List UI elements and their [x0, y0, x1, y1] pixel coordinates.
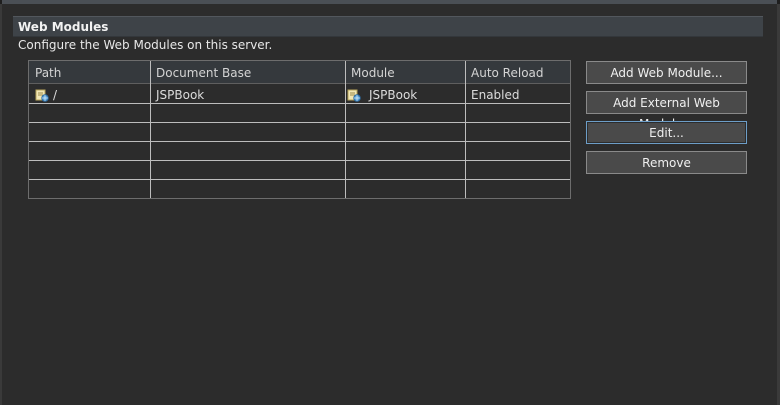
frame-left-border — [0, 4, 2, 405]
module-value: JSPBook — [369, 88, 418, 102]
web-module-icon — [347, 88, 361, 102]
column-divider — [150, 61, 151, 198]
section-header: Web Modules — [13, 16, 763, 37]
column-header-auto-reload[interactable]: Auto Reload — [471, 66, 544, 80]
row-divider — [29, 103, 570, 104]
table-row-cell-path[interactable]: / — [35, 88, 57, 102]
row-divider — [29, 122, 570, 123]
section-title: Web Modules — [18, 20, 109, 34]
table-row-cell-module[interactable]: JSPBook — [347, 88, 417, 102]
window-top-strip — [0, 0, 780, 4]
web-modules-table[interactable]: Path Document Base Module Auto Reload / … — [28, 60, 571, 199]
column-divider — [465, 61, 466, 198]
table-row-cell-auto-reload[interactable]: Enabled — [471, 88, 520, 102]
add-web-module-button[interactable]: Add Web Module... — [586, 61, 747, 84]
add-external-web-module-button[interactable]: Add External Web Module... — [586, 91, 747, 131]
table-header: Path Document Base Module Auto Reload — [29, 61, 570, 84]
column-divider — [345, 61, 346, 198]
edit-button[interactable]: Edit... — [586, 121, 747, 144]
table-row-cell-document-base[interactable]: JSPBook — [156, 88, 204, 102]
remove-button[interactable]: Remove — [586, 151, 747, 174]
row-divider — [29, 160, 570, 161]
column-header-path[interactable]: Path — [35, 66, 61, 80]
row-divider — [29, 141, 570, 142]
section-description: Configure the Web Modules on this server… — [18, 38, 273, 52]
row-divider — [29, 179, 570, 180]
column-header-document-base[interactable]: Document Base — [156, 66, 251, 80]
web-module-icon — [35, 88, 49, 102]
column-header-module[interactable]: Module — [351, 66, 395, 80]
path-value: / — [53, 88, 58, 102]
